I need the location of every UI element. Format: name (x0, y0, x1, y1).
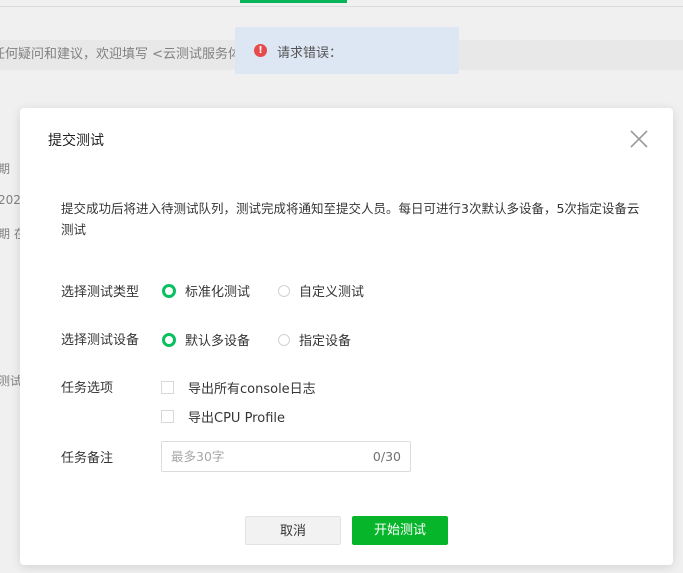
cancel-button[interactable]: 取消 (245, 516, 341, 545)
dialog-description: 提交成功后将进入待测试队列，测试完成将通知至提交人员。每日可进行3次默认多设备，… (61, 201, 640, 237)
radio-checked-icon (162, 332, 176, 347)
remark-char-counter: 0/30 (372, 449, 401, 464)
close-icon[interactable] (629, 129, 649, 149)
radio-label: 标准化测试 (185, 285, 251, 300)
remark-placeholder: 最多30字 (171, 449, 225, 464)
radio-label: 默认多设备 (185, 334, 251, 349)
checkbox-export-cpu-profile[interactable]: 导出CPU Profile (161, 407, 285, 426)
checkbox-label: 导出CPU Profile (188, 411, 285, 426)
checkbox-icon (161, 410, 174, 423)
dialog-title: 提交测试 (48, 133, 104, 149)
radio-unchecked-icon (278, 333, 290, 346)
error-toast: ! 请求错误： (235, 27, 459, 74)
checkbox-export-console-logs[interactable]: 导出所有console日志 (161, 378, 316, 397)
toast-message: 请求错误： (277, 46, 343, 61)
test-type-label: 选择测试类型 (61, 285, 140, 300)
radio-label: 自定义测试 (299, 285, 365, 300)
error-icon: ! (254, 44, 267, 57)
checkbox-label: 导出所有console日志 (188, 382, 316, 397)
test-device-label: 选择测试设备 (61, 333, 140, 348)
task-remark-label: 任务备注 (61, 451, 114, 466)
radio-label: 指定设备 (299, 334, 352, 349)
task-options-label: 任务选项 (61, 381, 114, 396)
task-remark-input[interactable]: 最多30字 0/30 (161, 441, 411, 472)
submit-test-dialog: 提交测试 提交成功后将进入待测试队列，测试完成将通知至提交人员。每日可进行3次默… (20, 108, 673, 565)
radio-specified-devices[interactable]: 指定设备 (278, 330, 351, 349)
start-test-button[interactable]: 开始测试 (352, 516, 448, 545)
checkbox-icon (161, 381, 174, 394)
radio-custom-test[interactable]: 自定义测试 (278, 281, 364, 300)
radio-standard-test[interactable]: 标准化测试 (162, 281, 250, 300)
radio-default-devices[interactable]: 默认多设备 (162, 330, 250, 349)
radio-unchecked-icon (278, 284, 290, 297)
radio-checked-icon (162, 283, 176, 298)
